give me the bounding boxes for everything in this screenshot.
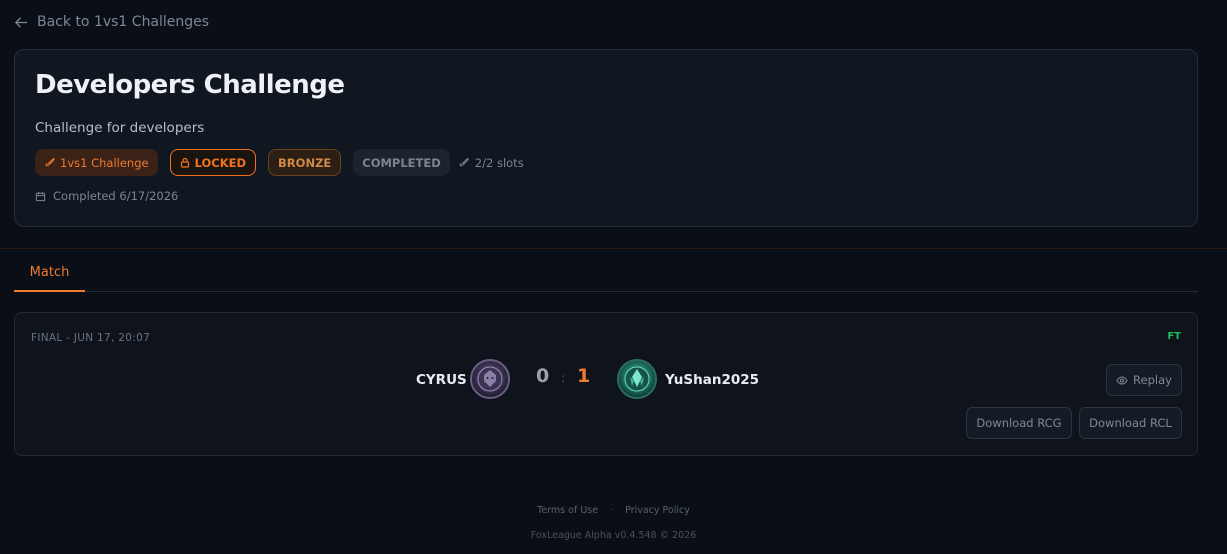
score-separator: : xyxy=(561,371,566,385)
match-card: FINAL - JUN 17, 20:07 FT CYRUS 0 : 1 YuS… xyxy=(14,312,1198,456)
footer-links: Terms of Use · Privacy Policy xyxy=(0,505,1227,516)
completed-date-label: Completed 6/17/2026 xyxy=(53,189,179,203)
tab-bar: Match xyxy=(14,255,1198,292)
home-player-avatar xyxy=(470,359,510,399)
tier-badge-label: BRONZE xyxy=(278,155,332,170)
eye-icon xyxy=(1116,375,1128,385)
calendar-icon xyxy=(35,191,46,201)
lock-icon xyxy=(180,157,189,168)
back-link[interactable]: Back to 1vs1 Challenges xyxy=(14,12,209,32)
download-rcg-button[interactable]: Download RCG xyxy=(966,407,1072,439)
challenge-header-card: Developers Challenge Challenge for devel… xyxy=(14,49,1198,227)
away-player-avatar xyxy=(617,359,657,399)
locked-badge: LOCKED xyxy=(169,149,257,176)
back-link-label[interactable]: Back to 1vs1 Challenges xyxy=(37,14,209,30)
badge-row: 1vs1 Challenge LOCKED BRONZE COMPLETED 2… xyxy=(35,149,524,176)
full-time-badge: FT xyxy=(1167,331,1181,342)
type-badge: 1vs1 Challenge xyxy=(35,149,158,176)
download-rcl-button[interactable]: Download RCL xyxy=(1079,407,1182,439)
slots-indicator: 2/2 slots xyxy=(458,156,524,170)
replay-button[interactable]: Replay xyxy=(1106,364,1182,396)
arrow-left-icon xyxy=(14,16,28,28)
tier-badge: BRONZE xyxy=(268,149,342,176)
status-badge: COMPLETED xyxy=(353,149,450,176)
terms-link[interactable]: Terms of Use xyxy=(537,505,598,516)
rocket-icon xyxy=(45,158,55,167)
tab-match[interactable]: Match xyxy=(14,255,85,292)
footer-separator: · xyxy=(610,505,614,516)
footer-version: FoxLeague Alpha v0.4.548 © 2026 xyxy=(530,530,697,541)
rocket-icon xyxy=(459,158,469,167)
type-badge-label: 1vs1 Challenge xyxy=(60,155,149,170)
status-badge-label: COMPLETED xyxy=(362,155,441,170)
teal-crest-icon xyxy=(624,366,650,392)
completed-date: Completed 6/17/2026 xyxy=(35,189,178,203)
replay-button-label: Replay xyxy=(1133,373,1172,387)
locked-badge-label: LOCKED xyxy=(194,155,247,170)
page-title: Developers Challenge xyxy=(35,70,345,100)
home-score: 0 xyxy=(536,365,550,387)
privacy-link[interactable]: Privacy Policy xyxy=(625,505,690,516)
slots-label: 2/2 slots xyxy=(474,155,524,170)
lion-crest-icon xyxy=(477,366,503,392)
away-player-name[interactable]: YuShan2025 xyxy=(665,368,759,392)
section-divider xyxy=(0,248,1227,249)
match-round-label: FINAL - JUN 17, 20:07 xyxy=(31,332,151,344)
page: Back to 1vs1 Challenges Developers Chall… xyxy=(0,0,1227,554)
away-score: 1 xyxy=(577,365,591,387)
challenge-description: Challenge for developers xyxy=(35,120,205,136)
home-player-name[interactable]: CYRUS xyxy=(416,368,467,392)
